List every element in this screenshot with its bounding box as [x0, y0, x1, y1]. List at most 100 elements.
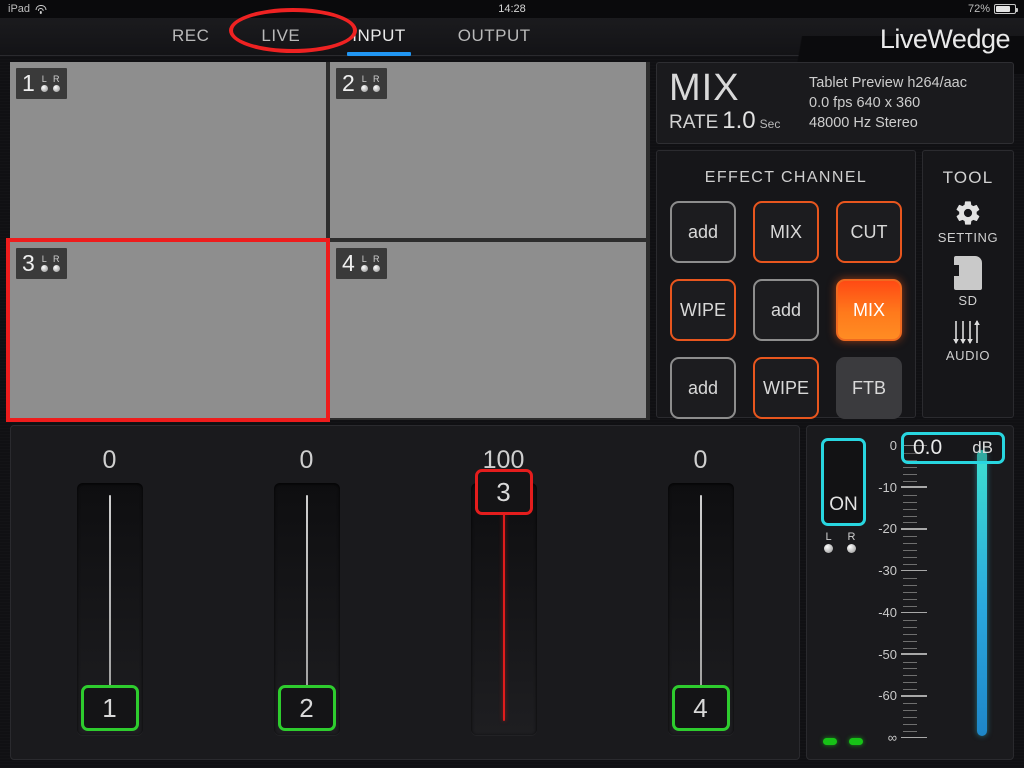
db-scale-minor-tick [903, 536, 917, 538]
app-header: REC LIVE INPUT OUTPUT LiveWedge [0, 18, 1024, 74]
preview-cell-1[interactable]: 1 L R [10, 62, 326, 238]
db-scale-label: -30 [878, 563, 897, 579]
ipad-status-bar: iPad 14:28 72% [0, 0, 1024, 18]
db-scale-minor-tick [903, 473, 917, 475]
db-scale-minor-tick [903, 724, 917, 726]
lr-left-label: L [361, 74, 367, 84]
source-number: 4 [342, 250, 355, 276]
tool-item-label: SETTING [937, 230, 999, 245]
db-scale-minor-tick [903, 592, 917, 593]
tool-item-sd[interactable]: SD [954, 256, 982, 308]
lr-left-label: L [41, 74, 47, 84]
db-scale-minor-tick [903, 557, 917, 559]
effect-button-ftb[interactable]: FTB [836, 357, 902, 419]
effect-button-add-2[interactable]: add [753, 279, 819, 341]
mix-info-left: MIX RATE 1.0 Sec [657, 67, 809, 135]
fader-handle[interactable]: 1 [80, 685, 139, 731]
source-number: 3 [22, 250, 35, 276]
db-scale-minor-tick [903, 710, 917, 712]
preview-cell-3[interactable]: 3 L R [6, 238, 330, 422]
db-scale-major-tick [901, 486, 927, 488]
effect-button-add-1[interactable]: add [670, 201, 736, 263]
effect-button-mix-1[interactable]: MIX [753, 201, 819, 263]
db-scale-minor-tick [903, 675, 917, 677]
tool-item-audio[interactable]: AUDIO [946, 319, 990, 363]
main-tabs: REC LIVE INPUT OUTPUT [170, 18, 533, 56]
db-scale-tick: ∞ [867, 730, 947, 745]
fader-line [502, 495, 505, 721]
fader-handle[interactable]: 3 [474, 469, 533, 515]
db-scale-tick: -20 [867, 521, 947, 536]
master-on-button[interactable]: ON [821, 438, 866, 526]
effect-channel-title: EFFECT CHANNEL [704, 169, 868, 186]
status-led-left [823, 738, 837, 745]
source-number: 1 [22, 70, 35, 96]
source-badge-4: 4 L R [336, 248, 387, 279]
db-scale-major-tick [901, 611, 927, 614]
battery-icon [994, 4, 1018, 14]
tool-item-setting[interactable]: SETTING [938, 199, 999, 245]
effect-button-mix-2[interactable]: MIX [836, 279, 902, 341]
master-led-group [823, 738, 863, 745]
preview-cell-2[interactable]: 2 L R [330, 62, 646, 238]
fader-track[interactable]: 3 [470, 469, 537, 735]
battery-percent: 72% [967, 3, 990, 15]
tool-item-label: AUDIO [945, 348, 991, 363]
preview-cell-4[interactable]: 4 L R [330, 242, 646, 418]
lr-indicator: L R [360, 255, 380, 272]
master-left-dot [824, 544, 833, 553]
effect-button-wipe-2[interactable]: WIPE [753, 357, 819, 419]
master-right-label: R [847, 531, 856, 543]
fader-handle[interactable]: 2 [277, 685, 336, 731]
tab-output[interactable]: OUTPUT [456, 22, 533, 53]
tab-rec[interactable]: REC [170, 22, 211, 53]
mix-rate-word: RATE [669, 112, 719, 133]
fader-handle[interactable]: 4 [671, 685, 730, 731]
audio-sliders-icon [952, 319, 984, 345]
effect-channel-panel: EFFECT CHANNEL add MIX CUT WIPE add MIX … [656, 150, 916, 419]
db-scale-minor-tick [903, 682, 917, 684]
master-left-label: L [825, 531, 832, 543]
effect-button-cut[interactable]: CUT [836, 201, 902, 263]
fader-channel-4: 0 4 [602, 426, 799, 759]
db-scale-tick: -50 [867, 647, 947, 662]
tab-live[interactable]: LIVE [259, 22, 302, 53]
fader-track[interactable]: 2 [273, 483, 340, 735]
lr-right-dot [52, 85, 60, 92]
db-scale-major-tick [901, 528, 927, 530]
db-scale-label: -40 [878, 604, 897, 620]
db-scale-label: -60 [878, 688, 897, 704]
fader-track[interactable]: 4 [667, 483, 734, 735]
lr-left-label: L [41, 254, 47, 264]
stream-audio-format: 48000 Hz Stereo [809, 115, 918, 131]
master-db-readout[interactable]: 0.0 dB [901, 432, 1005, 464]
preview-grid: 1 L R 2 L R 3 L R 4 L R [6, 62, 650, 422]
master-fader[interactable] [977, 436, 987, 736]
lr-right-label: R [53, 254, 60, 264]
fader-channel-1: 0 1 [11, 426, 208, 759]
fader-track[interactable]: 1 [76, 483, 143, 735]
stream-format: Tablet Preview h264/aac [809, 75, 967, 91]
effect-button-add-3[interactable]: add [670, 357, 736, 419]
lr-right-label: R [53, 74, 60, 84]
mix-info-panel: MIX RATE 1.0 Sec Tablet Preview h264/aac… [656, 62, 1014, 144]
mix-title: MIX [669, 67, 740, 109]
db-scale-tick: -10 [867, 480, 947, 495]
db-scale-minor-tick [903, 508, 917, 510]
status-right: 72% [967, 3, 1018, 15]
mix-rate-value: 1.0 [722, 107, 756, 134]
db-scale-minor-tick [903, 466, 917, 468]
db-scale-tick: -30 [867, 563, 947, 578]
master-db-unit: dB [972, 438, 993, 457]
lr-left-dot [360, 265, 368, 272]
db-scale-minor-tick [903, 717, 917, 719]
master-meter-panel: ON L R 0 -10 -20 -30 -40 -50 -60 ∞ 0.0 dB [806, 425, 1014, 760]
effect-button-wipe-1[interactable]: WIPE [670, 279, 736, 341]
db-scale-major-tick [901, 653, 927, 655]
db-scale-label: ∞ [887, 730, 897, 745]
tab-input[interactable]: INPUT [347, 22, 411, 56]
mix-rate: RATE 1.0 Sec [669, 107, 809, 135]
db-scale-major-tick [901, 695, 927, 697]
mix-info-right: Tablet Preview h264/aac 0.0 fps 640 x 36… [809, 75, 1013, 131]
status-clock: 14:28 [498, 3, 526, 15]
